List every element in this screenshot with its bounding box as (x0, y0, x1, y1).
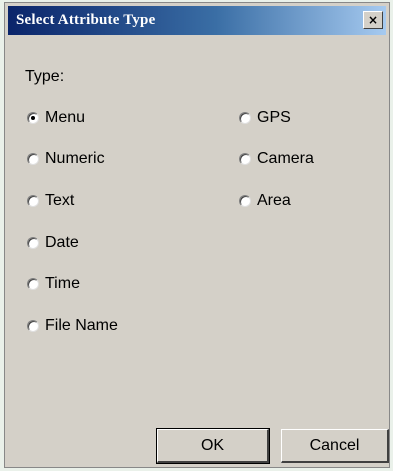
radio-numeric[interactable]: Numeric (27, 150, 105, 168)
radio-label: Camera (257, 150, 314, 167)
cancel-button[interactable]: Cancel (281, 429, 389, 463)
radio-label: File Name (45, 317, 118, 334)
radio-label: Time (45, 275, 80, 292)
radio-label: Date (45, 234, 79, 251)
radio-text[interactable]: Text (27, 192, 74, 210)
close-icon: × (367, 13, 379, 27)
dialog-title: Select Attribute Type (16, 12, 156, 28)
radio-time[interactable]: Time (27, 275, 80, 293)
radio-checked-icon (27, 112, 39, 124)
radio-file-name[interactable]: File Name (27, 317, 118, 335)
radio-unchecked-icon (239, 153, 251, 165)
ok-button[interactable]: OK (156, 428, 270, 464)
close-button[interactable]: × (363, 11, 383, 29)
title-bar[interactable]: Select Attribute Type × (8, 6, 386, 35)
radio-gps[interactable]: GPS (239, 109, 291, 127)
radio-unchecked-icon (27, 153, 39, 165)
type-label: Type: (25, 68, 65, 85)
radio-unchecked-icon (239, 112, 251, 124)
radio-unchecked-icon (239, 195, 251, 207)
radio-label: Menu (45, 109, 86, 126)
select-attribute-type-dialog: Select Attribute Type × Type: Menu Numer… (4, 2, 390, 468)
radio-menu[interactable]: Menu (27, 109, 85, 127)
radio-date[interactable]: Date (27, 234, 79, 252)
radio-label: Numeric (45, 150, 105, 167)
radio-unchecked-icon (27, 320, 39, 332)
radio-label: GPS (257, 109, 291, 126)
radio-unchecked-icon (27, 237, 39, 249)
radio-camera[interactable]: Camera (239, 150, 314, 168)
radio-unchecked-icon (27, 278, 39, 290)
radio-label: Text (45, 192, 75, 209)
radio-label: Area (257, 192, 291, 209)
radio-unchecked-icon (27, 195, 39, 207)
radio-area[interactable]: Area (239, 192, 291, 210)
